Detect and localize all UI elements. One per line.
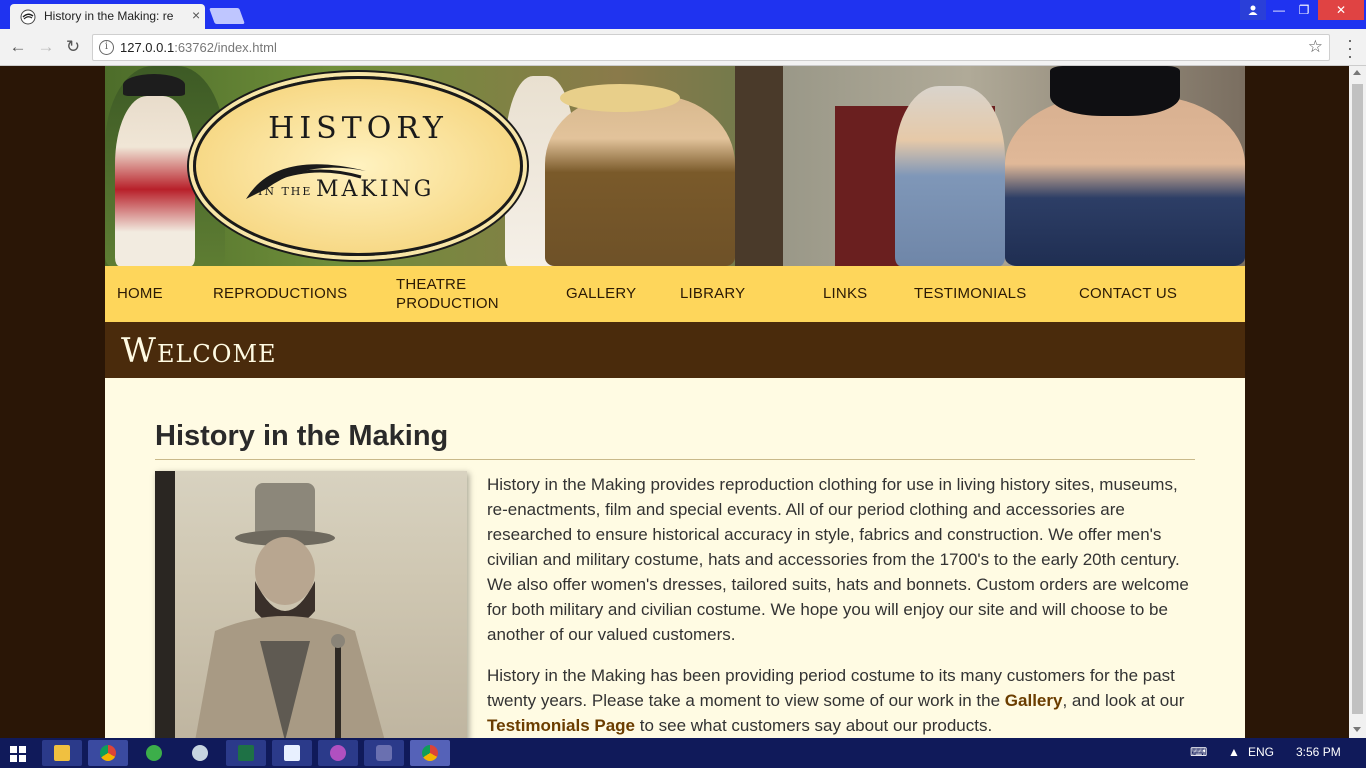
- green-app-icon: [146, 745, 162, 761]
- nav-gallery[interactable]: GALLERY: [566, 284, 636, 303]
- site-favicon-icon: [20, 9, 36, 25]
- folder-icon: [54, 745, 70, 761]
- nav-links[interactable]: LINKS: [823, 284, 867, 303]
- gallery-link[interactable]: Gallery: [1005, 691, 1063, 710]
- tab-close-icon[interactable]: ×: [192, 7, 200, 23]
- testimonials-link[interactable]: Testimonials Page: [487, 716, 635, 735]
- banner-wig-figure: [895, 86, 1005, 266]
- code-app-icon: [376, 745, 392, 761]
- page-viewport: HISTORY IN THE MAKING HOME REPRODUCTIONS…: [0, 66, 1349, 738]
- tab-title: History in the Making: re: [44, 9, 174, 23]
- scroll-up-icon[interactable]: [1353, 70, 1361, 75]
- banner-tree: [735, 66, 785, 266]
- main-nav: HOME REPRODUCTIONS THEATRE PRODUCTION GA…: [105, 266, 1245, 322]
- back-arrow-icon[interactable]: ←: [8, 37, 28, 57]
- clock[interactable]: 3:56 PM: [1296, 745, 1341, 759]
- intro-paragraph: History in the Making provides reproduct…: [487, 475, 1189, 644]
- close-window-button[interactable]: ✕: [1318, 0, 1364, 20]
- windows-taskbar: ⌨ ▲ ENG 3:56 PM: [0, 738, 1366, 768]
- scrollbar-thumb[interactable]: [1352, 84, 1363, 714]
- taskbar-excel[interactable]: [226, 740, 266, 766]
- minimize-button[interactable]: —: [1266, 0, 1292, 20]
- keyboard-icon[interactable]: ⌨: [1190, 745, 1207, 759]
- banner-tricorn-hat: [123, 74, 185, 96]
- header-banner: HISTORY IN THE MAKING: [105, 66, 1245, 266]
- taskbar-app-green[interactable]: [134, 740, 174, 766]
- address-bar[interactable]: i 127.0.0.1:63762/index.html ☆: [92, 34, 1330, 61]
- forward-arrow-icon[interactable]: →: [36, 37, 56, 57]
- steam-icon: [192, 745, 208, 761]
- nav-theatre-production[interactable]: THEATRE PRODUCTION: [396, 275, 499, 313]
- page-scrollbar[interactable]: [1349, 66, 1366, 738]
- banner-tophat-figure: [1005, 96, 1245, 266]
- profile-icon[interactable]: [1240, 0, 1266, 20]
- reload-icon[interactable]: ↻: [63, 37, 83, 57]
- nav-home[interactable]: HOME: [117, 284, 163, 303]
- language-indicator[interactable]: ENG: [1248, 745, 1274, 759]
- chrome-icon: [422, 745, 438, 761]
- window-app-icon: [284, 745, 300, 761]
- nav-contact-us[interactable]: CONTACT US: [1079, 284, 1177, 303]
- tray-expand-icon[interactable]: ▲: [1228, 745, 1240, 759]
- browser-tab[interactable]: History in the Making: re ×: [10, 4, 205, 29]
- portrait-figure-icon: [155, 471, 385, 738]
- scroll-down-icon[interactable]: [1353, 727, 1361, 732]
- title-divider: [155, 459, 1195, 460]
- maximize-button[interactable]: ❐: [1292, 0, 1316, 20]
- taskbar-chrome-active[interactable]: [410, 740, 450, 766]
- banner-top-hat: [1050, 66, 1180, 116]
- new-tab-button[interactable]: [209, 8, 245, 24]
- nav-library[interactable]: LIBRARY: [680, 284, 745, 303]
- taskbar-app-code[interactable]: [364, 740, 404, 766]
- taskbar-chrome[interactable]: [88, 740, 128, 766]
- browser-titlebar: History in the Making: re × — ❐ ✕: [0, 0, 1366, 29]
- browser-toolbar: ← → ↻ i 127.0.0.1:63762/index.html ☆ · · ·: [0, 29, 1366, 66]
- spreadsheet-icon: [238, 745, 254, 761]
- page-container: HISTORY IN THE MAKING HOME REPRODUCTIONS…: [105, 66, 1245, 738]
- chrome-icon: [100, 745, 116, 761]
- url-text[interactable]: 127.0.0.1:63762/index.html: [120, 40, 277, 55]
- banner-straw-hat: [560, 84, 680, 112]
- nav-reproductions[interactable]: REPRODUCTIONS: [213, 284, 347, 303]
- purple-app-icon: [330, 745, 346, 761]
- banner-gentleman-figure: [545, 96, 735, 266]
- site-info-icon[interactable]: i: [99, 40, 114, 55]
- welcome-heading: Welcome: [121, 331, 277, 371]
- portrait-photo: [155, 471, 467, 738]
- nav-testimonials[interactable]: TESTIMONIALS: [914, 284, 1026, 303]
- welcome-banner: Welcome: [105, 322, 1245, 378]
- banner-soldier-figure: [115, 96, 195, 266]
- taskbar-steam[interactable]: [180, 740, 220, 766]
- page-title: History in the Making: [155, 420, 449, 452]
- taskbar-app-purple[interactable]: [318, 740, 358, 766]
- windows-start-icon[interactable]: [10, 746, 26, 762]
- taskbar-app-blue[interactable]: [272, 740, 312, 766]
- site-logo[interactable]: HISTORY IN THE MAKING: [193, 76, 523, 256]
- history-paragraph: History in the Making has been providing…: [487, 666, 1185, 735]
- browser-menu-icon[interactable]: · · ·: [1342, 31, 1358, 65]
- bookmark-star-icon[interactable]: ☆: [1308, 37, 1323, 57]
- taskbar-file-explorer[interactable]: [42, 740, 82, 766]
